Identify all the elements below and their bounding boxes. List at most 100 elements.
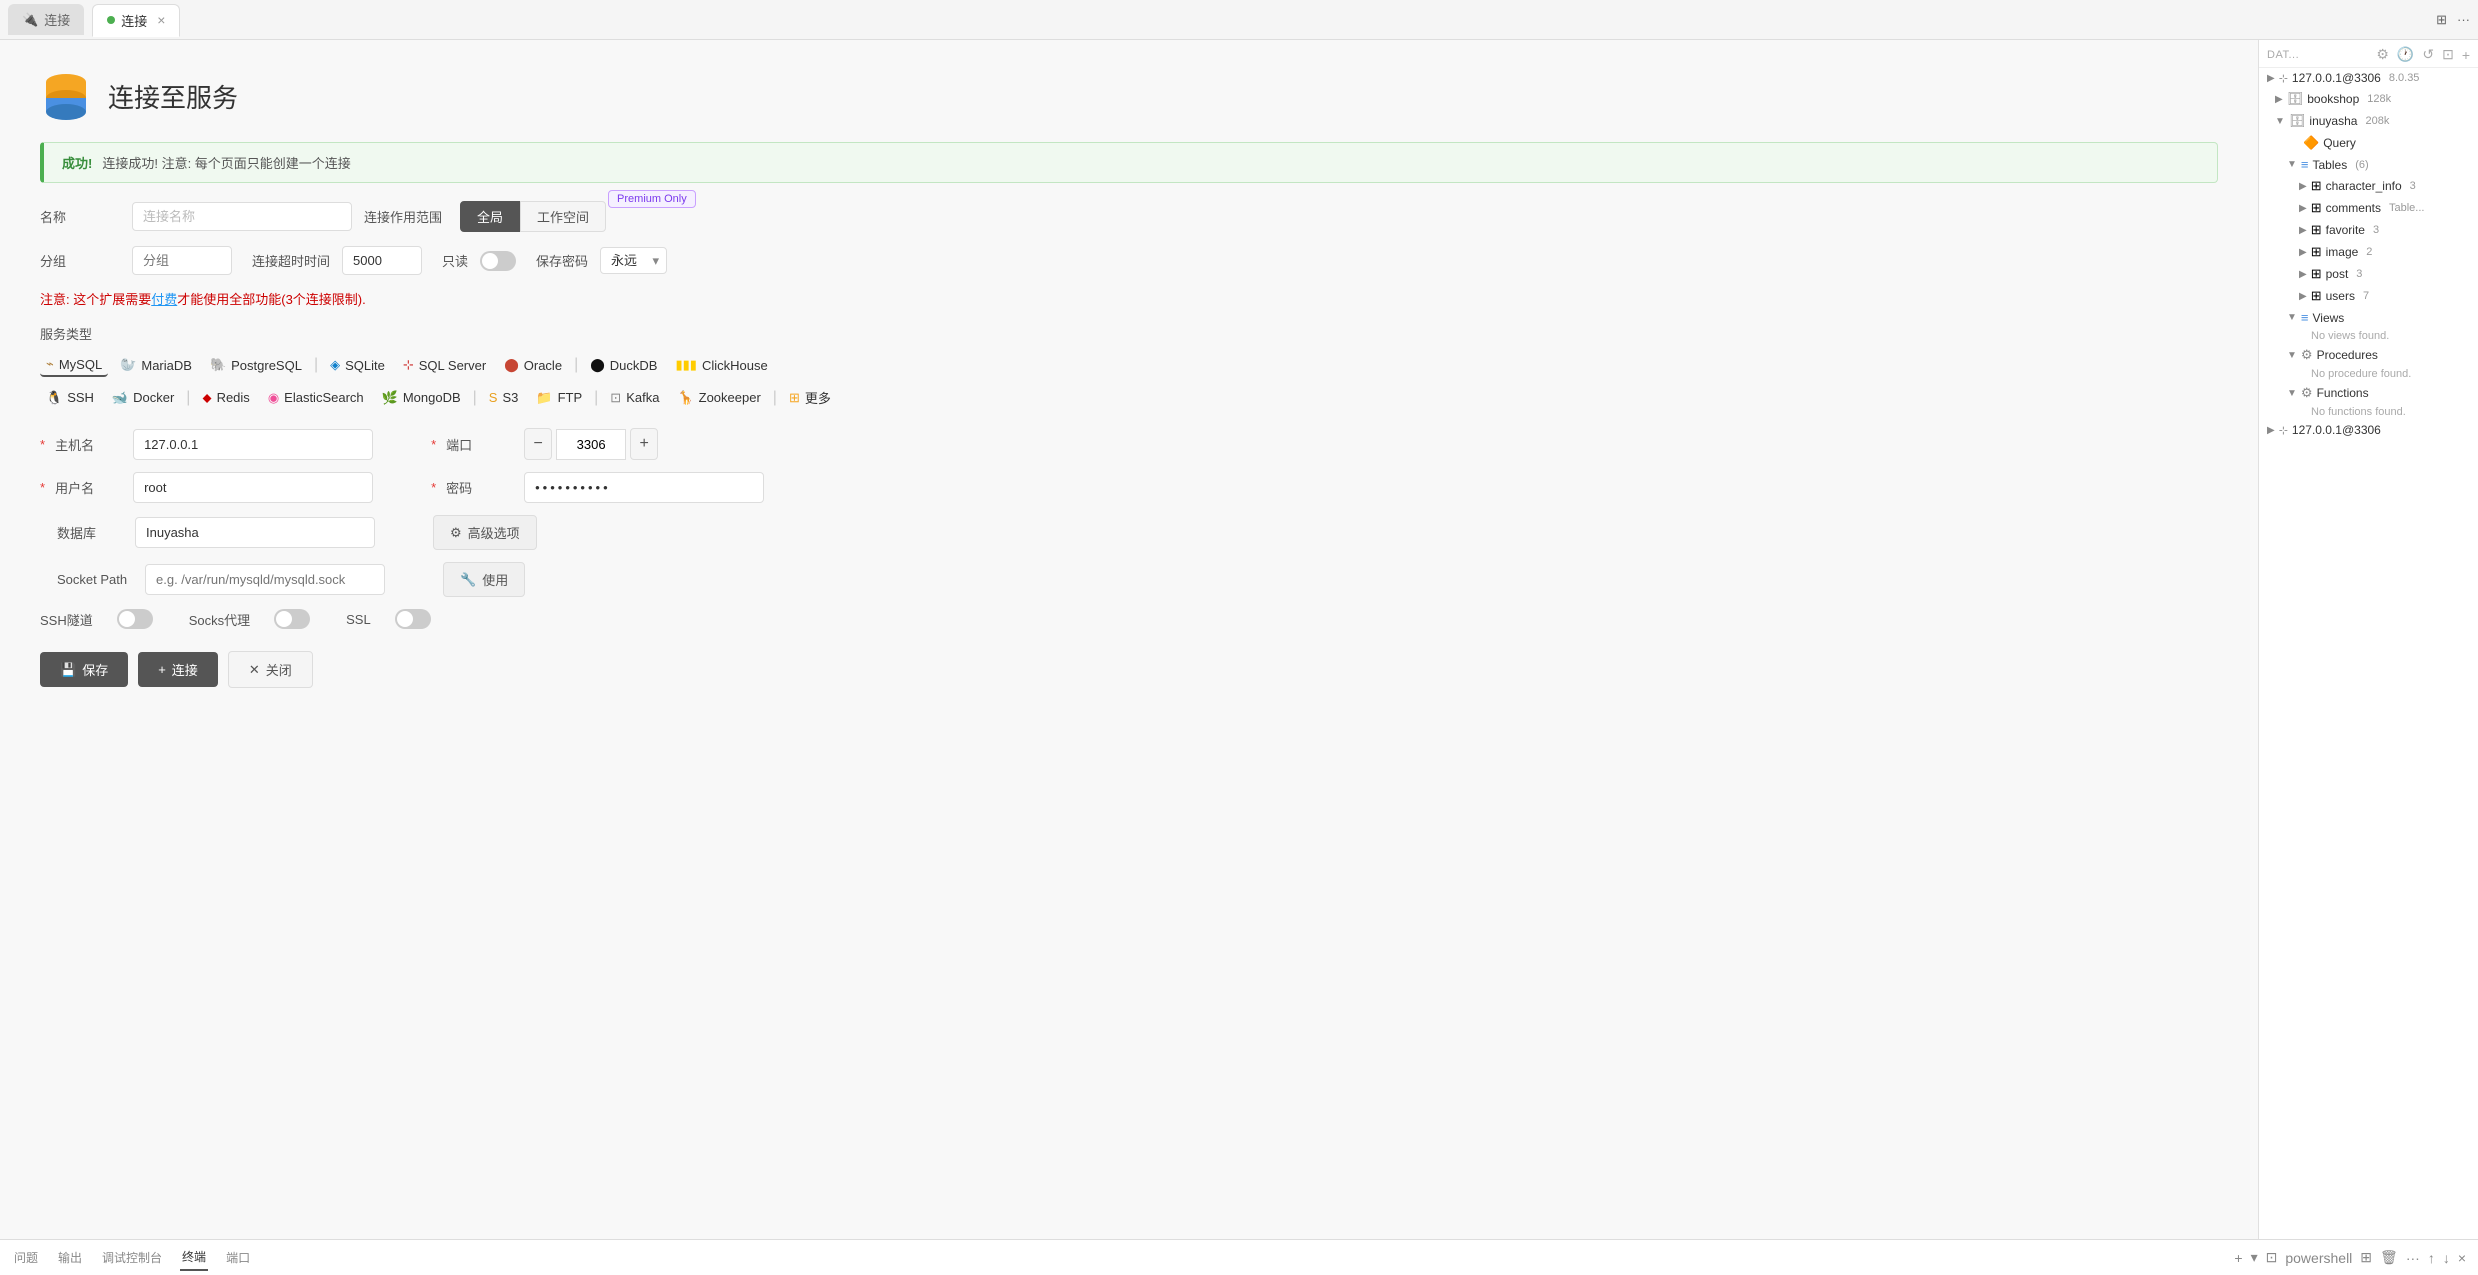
tab-output[interactable]: 输出: [56, 1245, 84, 1270]
tab-debug-console[interactable]: 调试控制台: [100, 1245, 164, 1270]
service-mariadb[interactable]: 🦭 MariaDB: [114, 354, 198, 376]
close-button[interactable]: ✕ 关闭: [228, 651, 313, 688]
tab-inactive-connection[interactable]: 🔌 连接: [8, 4, 84, 35]
save-button[interactable]: 💾 保存: [40, 652, 128, 687]
service-docker[interactable]: 🐋 Docker: [106, 387, 180, 409]
service-redis[interactable]: ⬥ Redis: [196, 387, 255, 409]
service-ssh[interactable]: 🐧 SSH: [40, 387, 100, 409]
tree-connection-2[interactable]: ▶ ⊹ 127.0.0.1@3306: [2259, 420, 2478, 440]
success-bar: 成功! 连接成功! 注意: 每个页面只能创建一个连接: [40, 142, 2218, 183]
chevron-right-icon: ▶: [2299, 269, 2307, 280]
delete-terminal-button[interactable]: 🗑: [2380, 1249, 2398, 1266]
password-group: * 密码: [431, 472, 764, 503]
kafka-icon: ⊡: [610, 390, 621, 406]
use-button[interactable]: 🔧 使用: [443, 562, 525, 597]
tree-functions[interactable]: ▼ ⚙ Functions: [2259, 382, 2478, 404]
tab-ports[interactable]: 端口: [224, 1245, 252, 1270]
more-terminal-button[interactable]: ···: [2406, 1250, 2420, 1266]
premium-badge: Premium Only: [608, 190, 696, 208]
tree-procedures[interactable]: ▼ ⚙ Procedures: [2259, 344, 2478, 366]
connect-button[interactable]: + 连接: [138, 652, 218, 687]
service-kafka[interactable]: ⊡ Kafka: [604, 387, 665, 409]
ssl-toggle[interactable]: [395, 609, 431, 629]
service-sqlite[interactable]: ◈ SQLite: [324, 354, 391, 376]
tree-views[interactable]: ▼ ≡ Views: [2259, 307, 2478, 328]
service-elasticsearch[interactable]: ◉ ElasticSearch: [262, 387, 370, 409]
procedures-icon: ⚙: [2301, 347, 2313, 363]
tree-no-procedures: No procedure found.: [2259, 366, 2478, 382]
refresh-icon[interactable]: ↺: [2422, 46, 2434, 63]
service-mongodb[interactable]: 🌿 MongoDB: [376, 387, 467, 409]
timeout-input[interactable]: 5000: [342, 246, 422, 275]
service-s3[interactable]: S S3: [483, 387, 525, 408]
service-duckdb[interactable]: ⬤ DuckDB: [584, 354, 663, 376]
service-sqlserver[interactable]: ⊹ SQL Server: [397, 354, 492, 376]
tree-image[interactable]: ▶ ⊞ image 2: [2259, 241, 2478, 263]
tab-status-dot: [107, 16, 115, 24]
tab-terminal[interactable]: 终端: [180, 1244, 208, 1271]
scope-label: 连接作用范围: [364, 207, 442, 226]
tab-close-button[interactable]: ×: [157, 12, 165, 28]
move-up-button[interactable]: ↑: [2428, 1250, 2435, 1266]
tree-comments[interactable]: ▶ ⊞ comments Table...: [2259, 197, 2478, 219]
tab-active-connection[interactable]: 连接 ×: [92, 4, 180, 37]
bottombar: 问题 输出 调试控制台 终端 端口 + ▾ ⊡ powershell ⊞ 🗑 ·…: [0, 1239, 2478, 1275]
database-input[interactable]: Inuyasha: [135, 517, 375, 548]
scope-workspace-button[interactable]: 工作空间: [520, 201, 606, 232]
save-password-wrapper[interactable]: 永远: [600, 247, 667, 274]
readonly-toggle[interactable]: [480, 251, 516, 271]
hostname-input[interactable]: 127.0.0.1: [133, 429, 373, 460]
save-password-select[interactable]: 永远: [600, 247, 667, 274]
port-input[interactable]: 3306: [556, 429, 626, 460]
service-postgresql[interactable]: 🐘 PostgreSQL: [204, 354, 308, 376]
move-down-button[interactable]: ↓: [2443, 1250, 2450, 1266]
split-terminal-button[interactable]: ⊞: [2360, 1249, 2372, 1266]
port-decrement-button[interactable]: −: [524, 428, 552, 460]
scope-global-button[interactable]: 全局: [460, 201, 520, 232]
tree-connection-1[interactable]: ▶ ⊹ 127.0.0.1@3306 8.0.35: [2259, 68, 2478, 88]
tree-inuyasha[interactable]: ▼ 🗄 inuyasha 208k: [2259, 110, 2478, 132]
bottom-right-controls: + ▾ ⊡ powershell ⊞ 🗑 ··· ↑ ↓ ×: [2234, 1249, 2466, 1266]
service-mysql[interactable]: ⌁ MySQL: [40, 353, 108, 377]
settings-icon[interactable]: ⚙: [2376, 46, 2389, 63]
ssh-tunnel-toggle[interactable]: [117, 609, 153, 629]
username-input[interactable]: root: [133, 472, 373, 503]
warning-link[interactable]: 付费: [151, 292, 177, 307]
service-more[interactable]: ⊞ 更多: [783, 385, 837, 410]
tree-favorite[interactable]: ▶ ⊞ favorite 3: [2259, 219, 2478, 241]
table-icon: ⊞: [2311, 244, 2322, 260]
tree-post[interactable]: ▶ ⊞ post 3: [2259, 263, 2478, 285]
add-terminal-button[interactable]: +: [2234, 1250, 2242, 1266]
password-input[interactable]: [524, 472, 764, 503]
port-required: *: [431, 437, 436, 452]
close-panel-button[interactable]: ×: [2458, 1250, 2466, 1266]
service-ftp[interactable]: 📁 FTP: [530, 387, 588, 409]
service-clickhouse[interactable]: ▮▮▮ ClickHouse: [669, 354, 773, 376]
mysql-icon: ⌁: [46, 356, 54, 372]
name-input[interactable]: [132, 202, 352, 231]
advanced-options-button[interactable]: ⚙ 高级选项: [433, 515, 537, 550]
tab-issues[interactable]: 问题: [12, 1245, 40, 1270]
socks-proxy-toggle[interactable]: [274, 609, 310, 629]
tree-bookshop[interactable]: ▶ 🗄 bookshop 128k: [2259, 88, 2478, 110]
add-icon[interactable]: +: [2462, 47, 2470, 63]
terminal-dropdown-button[interactable]: ▾: [2251, 1249, 2258, 1266]
history-icon[interactable]: 🕐: [2397, 46, 2414, 63]
more-icon[interactable]: ···: [2457, 12, 2470, 27]
tree-tables[interactable]: ▼ ≡ Tables (6): [2259, 154, 2478, 175]
tree-character-info[interactable]: ▶ ⊞ character_info 3: [2259, 175, 2478, 197]
layout-icon[interactable]: ⊞: [2436, 12, 2447, 28]
socket-input[interactable]: [145, 564, 385, 595]
layout-toggle-icon[interactable]: ⊡: [2442, 46, 2454, 63]
sidebar: DAT... ⚙ 🕐 ↺ ⊡ + ▶ ⊹ 127.0.0.1@3306 8.0.…: [2258, 40, 2478, 1239]
save-icon: 💾: [60, 662, 76, 678]
readonly-label: 只读: [442, 251, 468, 270]
service-oracle[interactable]: ⬤ Oracle: [498, 354, 568, 376]
tree-users[interactable]: ▶ ⊞ users 7: [2259, 285, 2478, 307]
group-input[interactable]: [132, 246, 232, 275]
port-increment-button[interactable]: +: [630, 428, 658, 460]
service-zookeeper[interactable]: 🦒 Zookeeper: [671, 387, 766, 409]
tree-query[interactable]: 🔶 Query: [2259, 132, 2478, 154]
sep4: |: [473, 389, 477, 407]
functions-icon: ⚙: [2301, 385, 2313, 401]
